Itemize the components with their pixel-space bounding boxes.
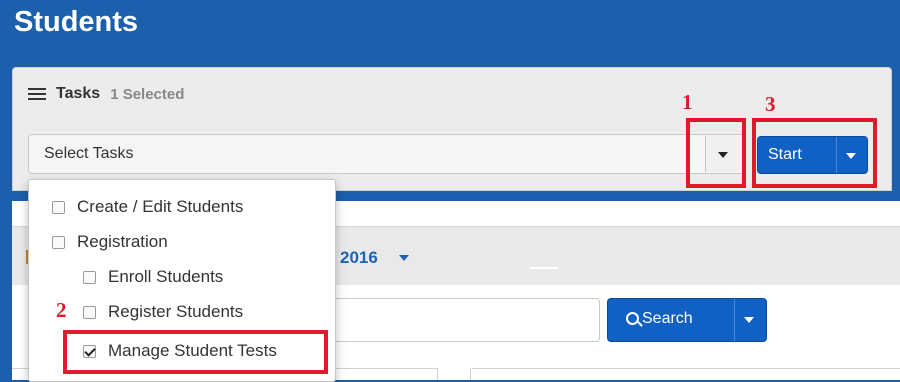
search-label: Search (642, 310, 693, 327)
menu-item-registration[interactable]: Registration (52, 228, 168, 256)
panel-border (472, 368, 900, 369)
search-input[interactable] (330, 298, 600, 342)
page-title: Students (14, 6, 139, 38)
menu-item-label: Enroll Students (108, 267, 224, 286)
menu-item-enroll-students[interactable]: Enroll Students (83, 263, 223, 291)
step-number-3: 3 (765, 92, 776, 116)
task-select[interactable] (28, 134, 745, 174)
panel-border (437, 368, 438, 380)
step-number-1: 1 (682, 90, 693, 114)
menu-item-register-students[interactable]: Register Students (83, 298, 243, 326)
step-number-2: 2 (56, 298, 67, 322)
menu-item-label: Create / Edit Students (77, 197, 244, 216)
list-icon (28, 88, 46, 100)
checkbox[interactable] (83, 270, 96, 284)
checkbox[interactable] (52, 200, 65, 214)
highlight-box-step-1 (686, 118, 746, 188)
menu-item-label: Registration (77, 232, 168, 251)
highlight-box-step-3 (752, 118, 877, 188)
year-selector[interactable]: 2016 (340, 248, 378, 268)
highlight-box-step-2 (63, 330, 328, 374)
search-icon (626, 312, 639, 325)
task-select-placeholder: Select Tasks (44, 145, 134, 162)
menu-item-create-edit-students[interactable]: Create / Edit Students (52, 193, 243, 221)
search-split-divider (734, 299, 735, 341)
checkbox[interactable] (52, 235, 65, 249)
checkbox[interactable] (83, 305, 96, 319)
selected-count: 1 Selected (110, 85, 185, 103)
panel-border (470, 368, 471, 380)
search-dropdown-caret-icon[interactable] (744, 317, 754, 323)
menu-item-label: Register Students (108, 302, 244, 321)
year-caret-icon[interactable] (399, 255, 409, 261)
tasks-header: Tasks 1 Selected (28, 82, 184, 106)
tasks-label: Tasks (56, 85, 101, 102)
divider (530, 267, 558, 269)
